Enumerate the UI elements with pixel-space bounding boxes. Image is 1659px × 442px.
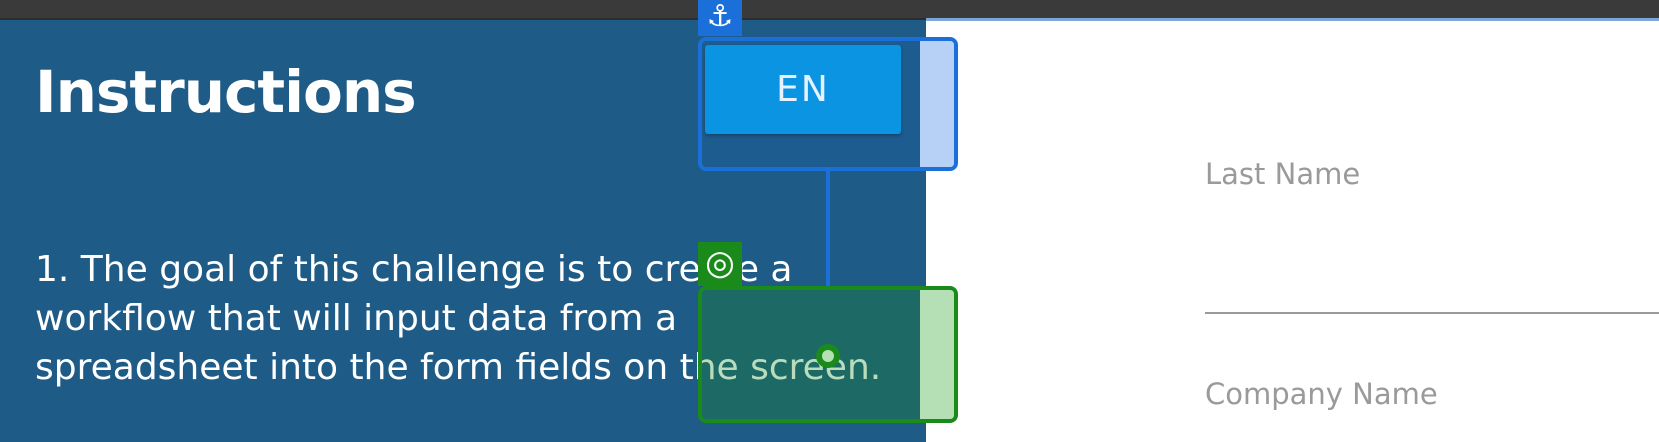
target-box-side xyxy=(920,290,954,419)
target-point-center xyxy=(822,350,834,362)
top-bar xyxy=(0,0,1659,20)
anchor-box-side xyxy=(920,41,954,167)
last-name-input[interactable] xyxy=(1205,312,1659,314)
target-point-icon[interactable] xyxy=(816,344,840,368)
page-title: Instructions xyxy=(35,58,417,126)
last-name-label: Last Name xyxy=(1205,157,1361,191)
anchor-target-connector xyxy=(826,171,830,286)
top-bar-accent xyxy=(926,18,1659,21)
company-name-label: Company Name xyxy=(1205,377,1438,411)
language-button[interactable]: EN xyxy=(705,45,901,134)
anchor-icon[interactable]: ⚓ xyxy=(698,0,742,36)
target-icon[interactable]: ◎ xyxy=(698,242,742,286)
